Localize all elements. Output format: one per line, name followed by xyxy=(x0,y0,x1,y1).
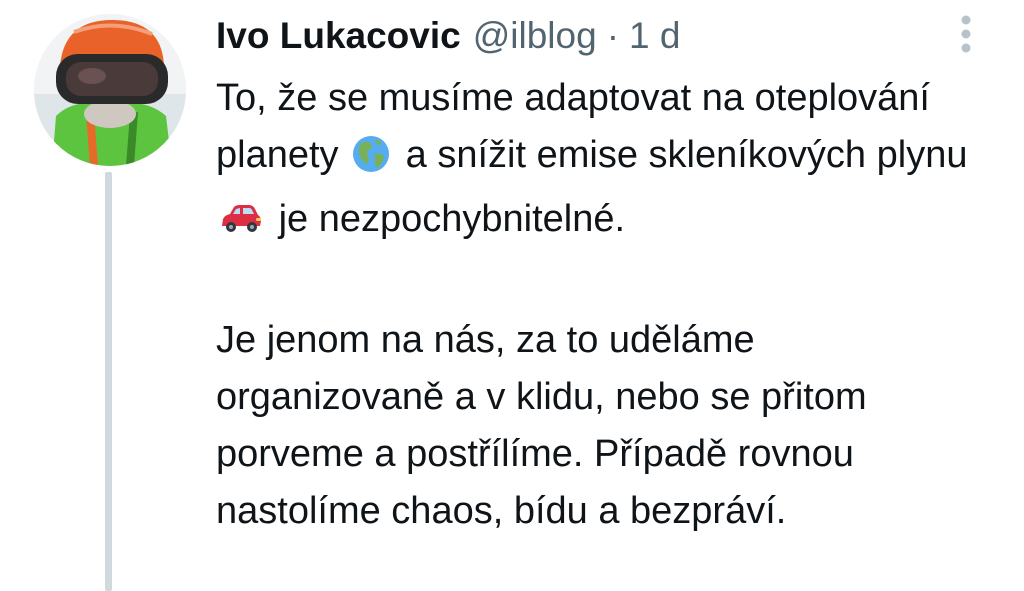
vertical-ellipsis-icon[interactable] xyxy=(952,12,980,56)
globe-americas-icon xyxy=(351,134,391,191)
separator-dot: · xyxy=(606,15,620,56)
red-car-icon xyxy=(218,198,264,255)
avatar-column xyxy=(34,14,186,166)
display-name[interactable]: Ivo Lukacovic xyxy=(216,15,461,57)
tweet[interactable]: Ivo Lukacovic @ilblog · 1 d To, že se mu… xyxy=(0,0,1024,591)
tweet-text-part-2: a snížit emise skleníkových plynu xyxy=(405,134,968,176)
tweet-paragraph-2: Je jenom na nás, za to uděláme organizov… xyxy=(216,319,867,532)
user-handle[interactable]: @ilblog xyxy=(473,15,597,57)
thread-connector-line xyxy=(105,172,112,591)
avatar-photo xyxy=(34,14,186,166)
tweet-text: To, že se musíme adaptovat na oteplování… xyxy=(216,70,976,540)
avatar[interactable] xyxy=(34,14,186,166)
tweet-paragraph-1: To, že se musíme adaptovat na oteplování… xyxy=(216,70,976,255)
tweet-header: Ivo Lukacovic @ilblog · 1 d xyxy=(216,12,680,60)
tweet-text-part-3: je nezpochybnitelné. xyxy=(278,198,626,240)
timestamp[interactable]: 1 d xyxy=(629,15,680,57)
